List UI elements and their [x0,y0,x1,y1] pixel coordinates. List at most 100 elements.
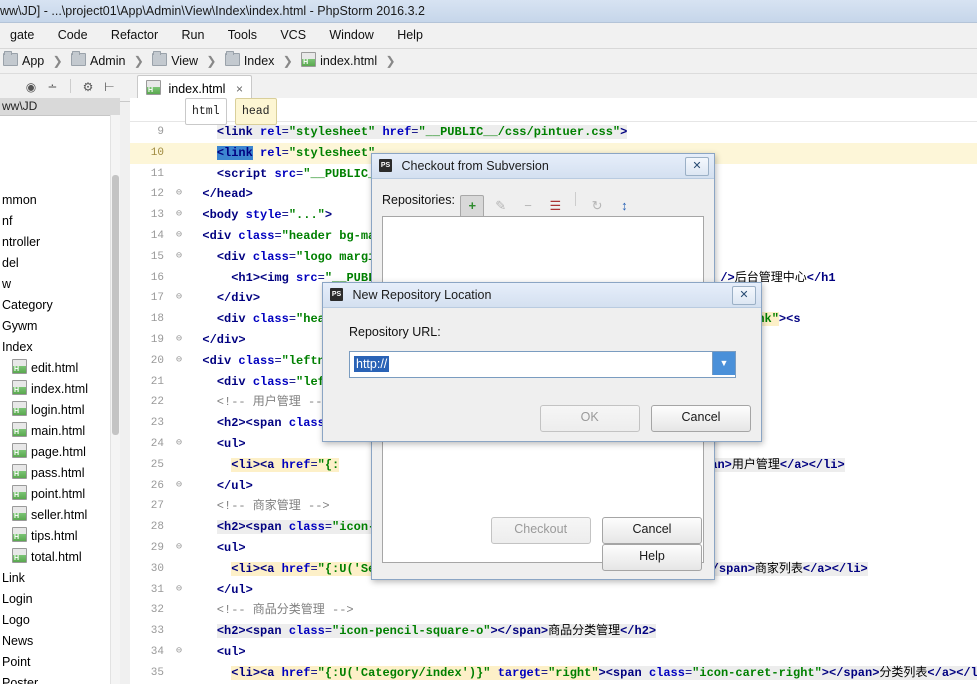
close-icon[interactable]: ✕ [685,157,709,176]
breadcrumb-item-index-html[interactable]: index.html [300,49,378,73]
line-number: 22 [130,392,170,414]
tree-item-news[interactable]: News [0,631,120,652]
tree-item-del[interactable]: del [0,253,120,274]
tree-item-category[interactable]: Category [0,295,120,316]
menu-item-refactor[interactable]: Refactor [101,23,168,48]
code-text: <li><a href="{: [231,457,340,472]
repository-url-input[interactable]: http:// [352,354,711,375]
line-number: 28 [130,517,170,538]
target-icon[interactable]: ◉ [22,74,40,101]
tree-item-index-html[interactable]: index.html [0,379,120,400]
tree-item-edit-html[interactable]: edit.html [0,358,120,379]
details-icon[interactable]: ☰ [544,195,566,217]
edit-icon[interactable]: ✎ [490,195,512,217]
tree-item-main-html[interactable]: main.html [0,421,120,442]
tree-item-gywm[interactable]: Gywm [0,316,120,337]
fold-marker[interactable]: ⊖ [170,330,188,351]
tree-item-login[interactable]: Login [0,589,120,610]
collapse-all-icon[interactable]: ∸ [43,74,61,101]
tree-item-total-html[interactable]: total.html [0,547,120,568]
checkout-button[interactable]: Checkout [490,517,591,544]
tree-item-ntroller[interactable]: ntroller [0,232,120,253]
repository-url-combobox[interactable]: http:// ▼ [349,351,736,378]
line-number: 14 [130,225,170,247]
tree-item-page-html[interactable]: page.html [0,442,120,463]
code-text: <div class="head- [216,312,340,327]
fold-marker[interactable]: ⊖ [170,476,188,497]
close-icon[interactable]: × [236,82,243,96]
tree-item-nf[interactable]: nf [0,211,120,232]
menu-item-tools[interactable]: Tools [218,23,267,48]
phpstorm-icon [330,288,343,301]
menu-item-help[interactable]: Help [387,23,433,48]
tree-item-poster[interactable]: Poster [0,673,120,684]
fold-marker[interactable]: ⊖ [170,538,188,559]
tree-item-login-html[interactable]: login.html [0,400,120,421]
fold-marker[interactable]: ⊖ [170,434,188,455]
select-opened-file-icon[interactable]: ⊢ [100,74,118,101]
code-text: <div class="logo margin- [216,249,390,264]
breadcrumb-item-index[interactable]: Index [224,49,276,73]
line-number: 29 [130,537,170,559]
menu-item-code[interactable]: Code [48,23,98,48]
fold-marker[interactable]: ⊖ [170,288,188,309]
close-icon[interactable]: ✕ [732,286,756,305]
phpstorm-icon [379,159,392,172]
settings-gear-icon[interactable]: ⚙ [79,74,97,101]
fold-marker[interactable]: ⊖ [170,351,188,372]
tree-item-index[interactable]: Index [0,337,120,358]
breadcrumb-item-app[interactable]: App [2,49,45,73]
tree-item-tips-html[interactable]: tips.html [0,526,120,547]
breadcrumb-item-view[interactable]: View [151,49,199,73]
tree-item-point[interactable]: Point [0,652,120,673]
menu-item-navigate[interactable]: gate [0,23,44,48]
line-number: 35 [130,662,170,684]
line-number: 32 [130,600,170,622]
html-file-icon [12,485,27,500]
tree-item-w[interactable]: w [0,274,120,295]
tree-item-pass-html[interactable]: pass.html [0,463,120,484]
cancel-button[interactable]: Cancel [651,405,751,432]
fold-marker[interactable]: ⊖ [170,184,188,205]
line-number: 27 [130,496,170,518]
code-text: </div> [216,291,261,306]
refresh-icon[interactable]: ↻ [586,195,608,217]
help-button[interactable]: Help [602,544,702,571]
structure-chip-html[interactable]: html [185,98,227,125]
tree-item-logo[interactable]: Logo [0,610,120,631]
cancel-button[interactable]: Cancel [602,517,702,544]
line-number: 18 [130,309,170,330]
code-text: <h2><span class="icon-pe [216,520,390,535]
sidebar-scrollbar-thumb[interactable] [112,175,119,435]
menu-item-run[interactable]: Run [172,23,215,48]
html-file-icon [12,506,27,521]
line-number: 10 [130,142,170,164]
code-text: </ul> [216,478,253,493]
code-text: <li><a href="{:U('Category/index')}" tar… [188,663,977,684]
breadcrumb-item-admin[interactable]: Admin [70,49,126,73]
line-number: 20 [130,350,170,372]
fold-marker[interactable]: ⊖ [170,580,188,601]
tree-item-seller-html[interactable]: seller.html [0,505,120,526]
fold-marker[interactable]: ⊖ [170,247,188,268]
chevron-down-icon[interactable]: ▼ [712,352,735,375]
tree-item-point-html[interactable]: point.html [0,484,120,505]
tree-item-link[interactable]: Link [0,568,120,589]
collapse-icon[interactable]: ↕ [613,195,635,217]
fold-marker[interactable]: ⊖ [170,226,188,247]
fold-marker[interactable]: ⊖ [170,205,188,226]
fold-marker[interactable]: ⊖ [170,642,188,663]
remove-icon[interactable]: − [517,195,539,217]
menu-item-vcs[interactable]: VCS [270,23,316,48]
code-text: <ul> [216,540,246,555]
html-file-icon [12,443,27,458]
tree-item-mmon[interactable]: mmon [0,190,120,211]
project-sidebar-root[interactable]: ww\JD [0,98,120,116]
ok-button[interactable]: OK [539,405,640,432]
code-line: 32 <!-- 商品分类管理 --> [130,600,977,622]
code-line: 34 ⊖ <ul> [130,641,977,663]
menu-item-window[interactable]: Window [319,23,383,48]
sidebar-scrollbar[interactable] [110,115,120,684]
structure-chip-head[interactable]: head [234,98,277,125]
repository-url-value: http:// [354,356,390,372]
